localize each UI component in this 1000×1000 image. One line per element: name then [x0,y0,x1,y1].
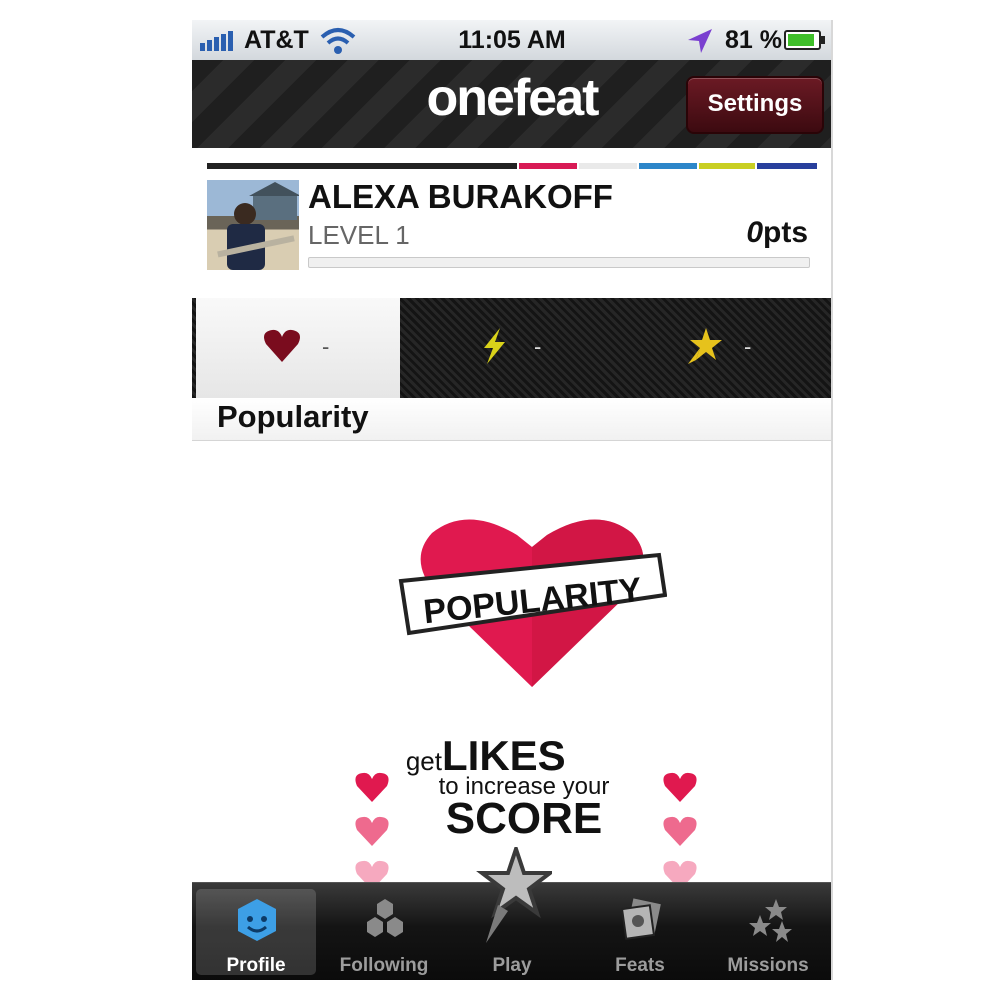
tagline-likes: LIKES [442,732,566,779]
tab-energy[interactable]: - [462,298,582,398]
tagline-graphic: get LIKES to increase your SCORE [406,732,610,842]
settings-button[interactable]: Settings [686,76,824,134]
tab-profile[interactable]: Profile [192,883,320,980]
achievement-value: - [744,334,752,359]
tab-achievement[interactable]: - [672,298,792,398]
missions-icon [749,899,792,942]
points-unit: pts [763,216,808,249]
status-bar: AT&T 11:05 AM 81 % [192,20,832,61]
energy-value: - [534,334,542,359]
user-level: LEVEL 1 [308,220,410,250]
level-progress-bar [308,257,810,268]
feats-icon [620,898,661,940]
user-name: ALEXA BURAKOFF [308,178,613,215]
avatar-photo [217,182,299,270]
tagline-get: get [406,746,443,776]
battery-percentage: 81 % [725,26,782,54]
avatar[interactable] [207,180,299,270]
tab-following-label: Following [339,955,429,976]
tab-bar: Profile Following Play Feats Missions [192,847,832,980]
tab-profile-label: Profile [226,955,286,976]
following-icon [367,899,403,937]
tab-following[interactable]: Following [320,883,448,980]
app-screen: AT&T 11:05 AM 81 % onefeat Settings ALEX… [192,20,832,980]
popularity-value: - [322,334,330,359]
decorative-hearts-left [355,772,389,890]
lightning-icon [484,328,505,364]
tab-feats[interactable]: Feats [576,883,704,980]
decorative-hearts-right [663,772,697,890]
color-stripe-segment [519,163,577,169]
section-title: Popularity [217,399,369,434]
color-stripe-segment [699,163,755,169]
star-icon [688,328,722,364]
profile-icon [238,899,276,941]
tab-play[interactable]: Play [448,847,576,980]
navigation-bar: onefeat Settings [192,60,832,148]
location-arrow-icon [688,29,712,53]
stat-tabs: - - - [192,298,832,398]
color-stripe-segment [579,163,637,169]
battery-icon [784,30,825,50]
color-stripe-segment [207,163,517,169]
points-value: 0 [746,216,763,249]
tagline-score: SCORE [446,794,602,842]
tab-play-label: Play [492,955,532,976]
color-stripe-segment [757,163,817,169]
screen-edge [831,20,833,980]
heart-icon [264,329,300,362]
popularity-badge: POPULARITY [398,519,667,687]
tab-feats-label: Feats [615,955,665,976]
tab-missions[interactable]: Missions [704,883,832,980]
points-display: 0pts [746,216,808,250]
color-stripe-segment [639,163,697,169]
play-star-icon [476,847,552,943]
tab-popularity[interactable]: - [196,298,400,398]
tab-missions-label: Missions [727,955,809,976]
